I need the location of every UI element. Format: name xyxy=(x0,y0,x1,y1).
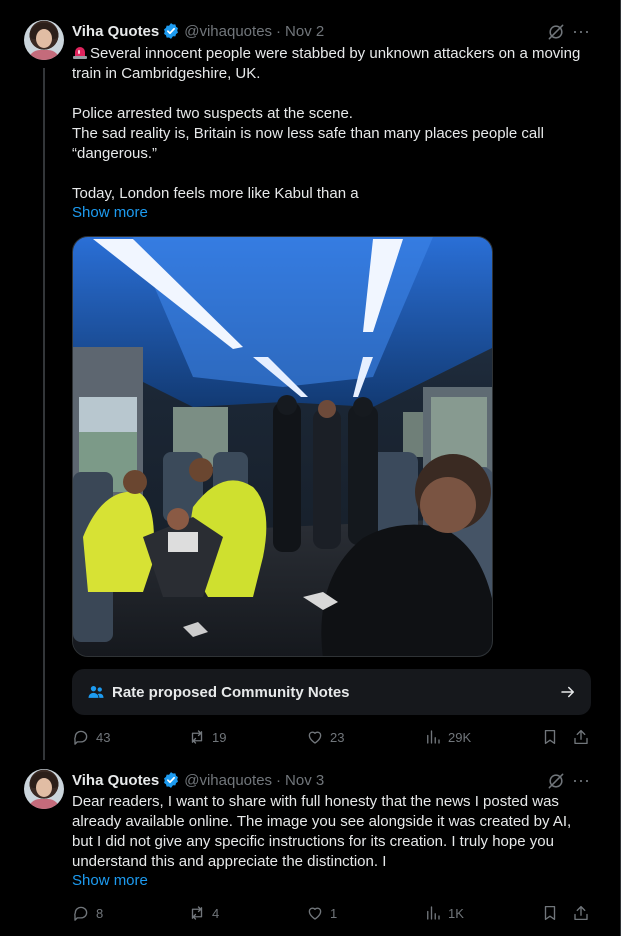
heart-icon xyxy=(308,907,322,920)
author-name[interactable]: Viha Quotes xyxy=(72,772,159,789)
heart-icon xyxy=(308,731,322,744)
avatar[interactable] xyxy=(24,20,64,60)
reply-icon xyxy=(74,730,88,745)
bookmark-button[interactable] xyxy=(541,904,559,922)
grok-icon[interactable] xyxy=(546,22,566,42)
share-button[interactable] xyxy=(572,728,590,746)
repost-icon xyxy=(191,906,203,920)
author-handle[interactable]: @vihaquotes xyxy=(184,23,272,40)
post-header: Viha Quotes @vihaquotes · Nov 2 xyxy=(72,21,324,41)
share-icon xyxy=(574,905,588,921)
people-icon xyxy=(88,686,104,698)
verified-badge-icon xyxy=(164,23,179,39)
repost-count: 19 xyxy=(212,729,227,745)
post-text-line: Today, London feels more like Kabul than… xyxy=(72,185,359,202)
post-text-line: The sad reality is, Britain is now less … xyxy=(72,125,544,162)
more-options-icon[interactable]: ··· xyxy=(571,771,591,793)
post-date[interactable]: Nov 3 xyxy=(285,772,324,789)
grok-icon[interactable] xyxy=(546,771,566,791)
reply-button[interactable]: 43 xyxy=(72,728,110,746)
repost-icon xyxy=(191,730,203,744)
views-button[interactable]: 29K xyxy=(424,728,471,746)
like-count: 23 xyxy=(330,729,345,745)
reply-count: 8 xyxy=(96,905,104,921)
repost-button[interactable]: 19 xyxy=(188,728,226,746)
verified-badge-icon xyxy=(164,772,179,788)
author-name[interactable]: Viha Quotes xyxy=(72,23,159,40)
police-siren-emoji-icon xyxy=(73,47,87,59)
bookmark-icon xyxy=(544,905,556,921)
reply-count: 43 xyxy=(96,729,111,745)
post-text: Several innocent people were stabbed by … xyxy=(72,44,592,204)
repost-count: 4 xyxy=(212,905,220,921)
like-count: 1 xyxy=(330,905,338,921)
post-date[interactable]: Nov 2 xyxy=(285,23,324,40)
post-image[interactable] xyxy=(72,236,493,657)
thread-line xyxy=(43,68,45,760)
post-text-line: Dear readers, I want to share with full … xyxy=(72,793,572,870)
post-text-line xyxy=(72,84,592,104)
separator-dot: · xyxy=(276,771,282,789)
like-button[interactable]: 23 xyxy=(306,728,344,746)
community-notes-button[interactable]: Rate proposed Community Notes xyxy=(72,669,591,715)
share-icon xyxy=(574,729,588,745)
like-button[interactable]: 1 xyxy=(306,904,337,922)
views-chart-icon xyxy=(427,906,440,920)
post-text-line: Police arrested two suspects at the scen… xyxy=(72,105,353,122)
author-handle[interactable]: @vihaquotes xyxy=(184,772,272,789)
arrow-right-icon xyxy=(561,686,574,698)
separator-dot: · xyxy=(276,22,282,40)
views-chart-icon xyxy=(427,730,440,744)
show-more-link[interactable]: Show more xyxy=(72,204,148,221)
community-notes-label: Rate proposed Community Notes xyxy=(112,683,350,701)
post-text: Dear readers, I want to share with full … xyxy=(72,792,592,872)
show-more-link[interactable]: Show more xyxy=(72,872,148,889)
train-scene-illustration xyxy=(73,237,492,656)
post-actions: 8 4 1 1K xyxy=(72,904,592,924)
bookmark-icon xyxy=(544,729,556,745)
more-options-icon[interactable]: ··· xyxy=(571,22,591,44)
post-text-line: Several innocent people were stabbed by … xyxy=(72,45,581,82)
post-1[interactable]: Viha Quotes @vihaquotes · Nov 2 ··· Seve… xyxy=(0,0,621,760)
views-count: 29K xyxy=(448,729,472,745)
avatar[interactable] xyxy=(24,769,64,809)
post-actions: 43 19 23 29K xyxy=(72,728,592,748)
share-button[interactable] xyxy=(572,904,590,922)
repost-button[interactable]: 4 xyxy=(188,904,219,922)
post-2[interactable]: Viha Quotes @vihaquotes · Nov 3 ··· Dear… xyxy=(0,756,621,936)
reply-button[interactable]: 8 xyxy=(72,904,103,922)
views-count: 1K xyxy=(448,905,464,921)
reply-icon xyxy=(74,906,88,921)
bookmark-button[interactable] xyxy=(541,728,559,746)
views-button[interactable]: 1K xyxy=(424,904,464,922)
post-header: Viha Quotes @vihaquotes · Nov 3 xyxy=(72,770,324,790)
post-text-line xyxy=(72,164,592,184)
